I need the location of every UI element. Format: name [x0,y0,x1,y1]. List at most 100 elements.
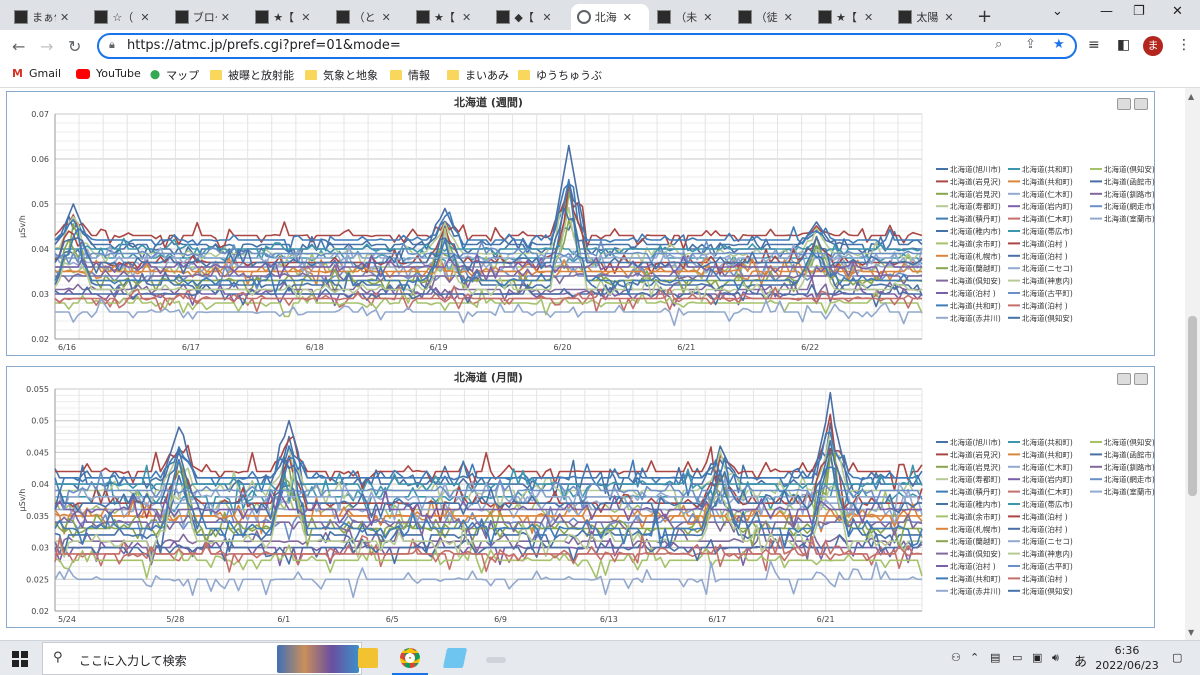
legend-item[interactable]: 北海道(倶知安) [1090,164,1155,174]
tab-10[interactable]: ★【 ✕ [812,4,890,30]
legend-item[interactable]: 北海道(泊村 ) [936,561,996,571]
tab-5[interactable]: ★【 ✕ [410,4,488,30]
volume-icon[interactable]: 🔊︎ [1052,651,1059,665]
notes-app-icon[interactable] [442,648,468,668]
chevron-up-icon[interactable]: ⌃ [970,651,979,664]
tab-9[interactable]: （徒 ✕ [732,4,810,30]
bookmark-item[interactable]: 情報 [390,67,430,83]
legend-item[interactable]: 北海道(ニセコ) [1008,263,1073,273]
pen-app-icon[interactable] [486,657,506,663]
legend-item[interactable]: 北海道(岩内町) [1008,201,1073,211]
bookmark-item[interactable]: ⬤ マップ [150,67,199,83]
legend-item[interactable]: 北海道(余市町) [936,238,1001,248]
tab-4[interactable]: （と ✕ [330,4,408,30]
tab-close-icon[interactable]: ✕ [462,11,471,24]
notification-icon[interactable]: ▢ [1172,651,1182,664]
tab-close-icon[interactable]: ✕ [623,11,632,24]
kebab-menu-icon[interactable]: ⋮ [1177,37,1191,53]
tab-close-icon[interactable]: ✕ [703,11,712,24]
legend-item[interactable]: 北海道(稚内市) [936,226,1001,236]
tab-close-icon[interactable]: ✕ [944,11,953,24]
legend-item[interactable]: 北海道(神恵内) [1008,549,1073,559]
legend-item[interactable]: 北海道(泊村 ) [1008,251,1068,261]
legend-item[interactable]: 北海道(蘭越町) [936,536,1001,546]
bookmark-star-icon[interactable]: ★ [1053,37,1065,52]
legend-item[interactable]: 北海道(赤井川) [936,586,1001,596]
legend-item[interactable]: 北海道(積丹町) [936,487,1001,497]
legend-item[interactable]: 北海道(網走市) [1090,474,1155,484]
legend-item[interactable]: 北海道(寿都町) [936,474,1001,484]
bookmark-item[interactable]: M Gmail [12,67,61,80]
legend-item[interactable]: 北海道(旭川市) [936,437,1001,447]
file-explorer-icon[interactable] [358,648,378,668]
back-arrow-icon[interactable]: ← [12,37,25,56]
legend-item[interactable]: 北海道(仁木町) [1008,487,1073,497]
url-text[interactable]: https://atmc.jp/prefs.cgi?pref=01&mode= [127,38,401,53]
bookmark-item[interactable]: ゆうちゅうぶ [518,67,602,83]
legend-item[interactable]: 北海道(共和町) [1008,164,1073,174]
legend-item[interactable]: 北海道(帯広市) [1008,499,1073,509]
tab-3[interactable]: ★【 ✕ [249,4,327,30]
bookmark-item[interactable]: 被曝と放射能 [210,67,294,83]
legend-item[interactable]: 北海道(泊村 ) [936,288,996,298]
network-icon[interactable]: ▣ [1032,651,1042,664]
zoom-icon[interactable]: ⌕ [995,37,1002,52]
legend-item[interactable]: 北海道(共和町) [1008,449,1073,459]
legend-item[interactable]: 北海道(倶知安) [936,549,1001,559]
legend-item[interactable]: 北海道(古平町) [1008,288,1073,298]
side-panel-icon[interactable]: ◧ [1117,37,1130,53]
tray-app-icon[interactable]: ▤ [990,651,1000,664]
chrome-icon[interactable] [400,648,420,668]
legend-item[interactable]: 北海道(岩見沢) [936,189,1001,199]
legend-item[interactable]: 北海道(泊村 ) [1008,524,1068,534]
legend-item[interactable]: 北海道(函館市) [1090,449,1155,459]
legend-item[interactable]: 北海道(釧路市) [1090,189,1155,199]
bookmark-item[interactable]: YouTube [76,67,141,80]
windows-start-icon[interactable] [12,651,28,667]
display-icon[interactable]: ▭ [1012,651,1022,664]
tab-close-icon[interactable]: ✕ [221,11,230,24]
lock-icon[interactable]: 🔒︎ [109,38,115,52]
tab-11[interactable]: 太陽 ✕ [892,4,970,30]
ime-indicator[interactable]: あ [1074,651,1087,670]
reading-list-icon[interactable]: ≡ [1088,37,1100,53]
legend-item[interactable]: 北海道(蘭越町) [936,263,1001,273]
legend-item[interactable]: 北海道(倶知安) [1008,313,1073,323]
legend-item[interactable]: 北海道(帯広市) [1008,226,1073,236]
tab-2[interactable]: ブログ ✕ [169,4,247,30]
legend-item[interactable]: 北海道(札幌市) [936,524,1001,534]
download-icon[interactable] [1134,98,1148,110]
legend-item[interactable]: 北海道(泊村 ) [1008,238,1068,248]
new-tab-icon[interactable]: + [977,6,992,27]
tab-7[interactable]: 北海 ✕ [570,4,650,30]
tab-close-icon[interactable]: ✕ [784,11,793,24]
scrollbar-thumb[interactable] [1188,316,1197,496]
address-bar[interactable]: 🔒︎ https://atmc.jp/prefs.cgi?pref=01&mod… [97,33,1077,59]
legend-item[interactable]: 北海道(倶知安) [936,276,1001,286]
tab-close-icon[interactable]: ✕ [140,11,149,24]
legend-item[interactable]: 北海道(倶知安) [1090,437,1155,447]
tab-close-icon[interactable]: ✕ [60,11,69,24]
tab-6[interactable]: ◆【 ✕ [490,4,568,30]
taskbar-clock[interactable]: 6:36 2022/06/23 [1092,643,1162,673]
legend-item[interactable]: 北海道(倶知安) [1008,586,1073,596]
bookmark-item[interactable]: 気象と地象 [305,67,378,83]
legend-item[interactable]: 北海道(泊村 ) [1008,573,1068,583]
minimize-icon[interactable]: — [1100,4,1113,19]
scroll-up-icon[interactable]: ▲ [1188,92,1194,101]
download-icon[interactable] [1134,373,1148,385]
legend-item[interactable]: 北海道(共和町) [936,573,1001,583]
tab-close-icon[interactable]: ✕ [382,11,391,24]
page-scrollbar[interactable]: ▲ ▼ [1185,88,1200,640]
tab-close-icon[interactable]: ✕ [301,11,310,24]
tab-close-icon[interactable]: ✕ [864,11,873,24]
tab-8[interactable]: （未 ✕ [651,4,729,30]
legend-item[interactable]: 北海道(古平町) [1008,561,1073,571]
legend-item[interactable]: 北海道(泊村 ) [1008,300,1068,310]
legend-item[interactable]: 北海道(岩見沢) [936,176,1001,186]
legend-item[interactable]: 北海道(旭川市) [936,164,1001,174]
share-icon[interactable]: ⇪ [1025,37,1036,52]
legend-item[interactable]: 北海道(共和町) [936,300,1001,310]
legend-item[interactable]: 北海道(神恵内) [1008,276,1073,286]
legend-item[interactable]: 北海道(網走市) [1090,201,1155,211]
